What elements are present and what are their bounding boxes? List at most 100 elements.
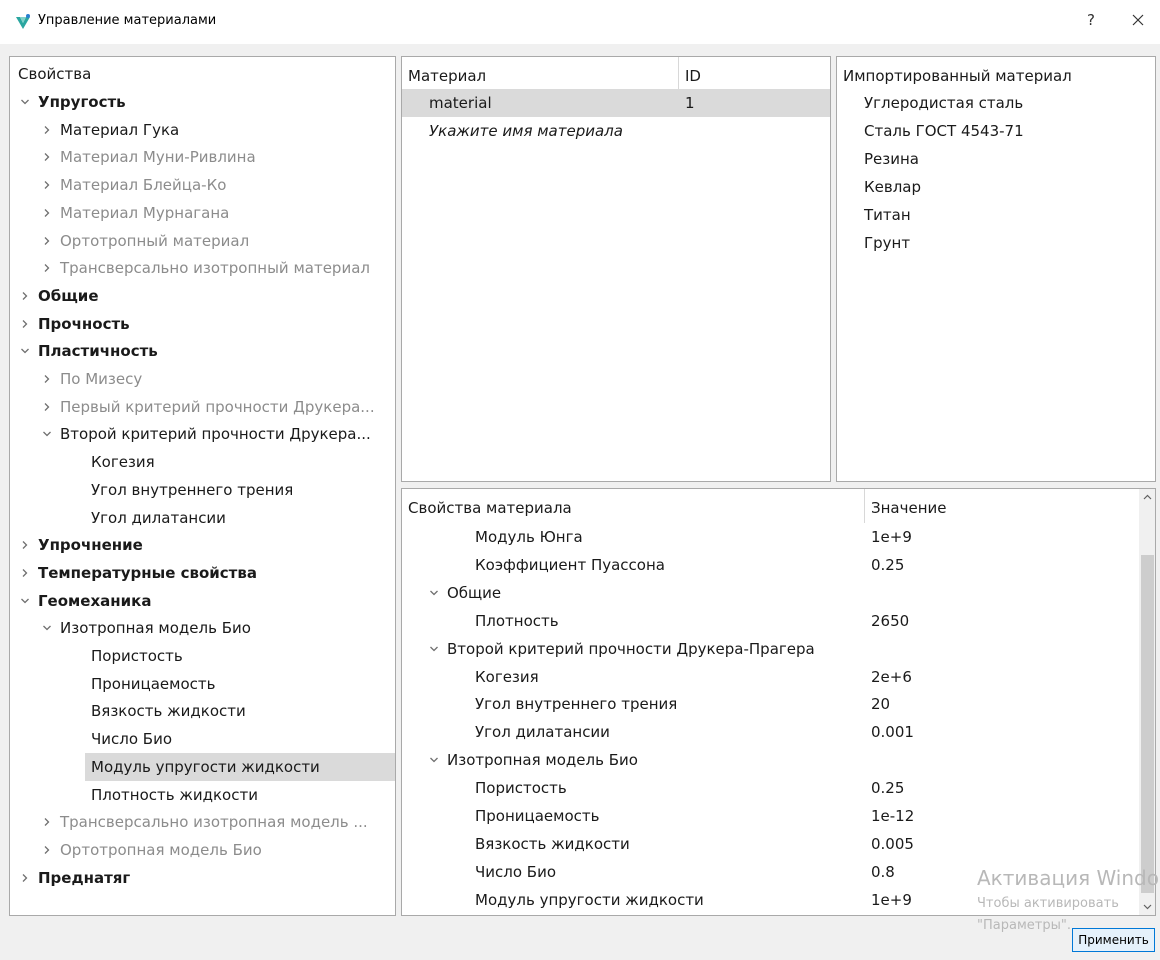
tree-item[interactable]: Материал Гука — [42, 116, 179, 144]
tree-item[interactable]: Угол дилатансии — [91, 504, 226, 532]
materials-table-panel: Материал ID material 1 Укажите имя матер… — [401, 56, 831, 482]
imported-material-item[interactable]: Кевлар — [864, 173, 921, 201]
value-column-header[interactable]: Значение — [871, 495, 947, 521]
chevron-right-icon[interactable] — [42, 402, 52, 412]
chevron-right-icon[interactable] — [20, 291, 30, 301]
property-value[interactable]: 1e+9 — [871, 523, 912, 551]
chevron-right-icon[interactable] — [42, 152, 52, 162]
chevron-down-icon[interactable] — [429, 755, 439, 765]
imported-material-item[interactable]: Титан — [864, 201, 911, 229]
tree-item[interactable]: Число Био — [91, 725, 172, 753]
property-column-header[interactable]: Свойства материала — [408, 495, 572, 521]
tree-item-label: Изотропная модель Био — [60, 619, 251, 638]
chevron-down-icon[interactable] — [20, 346, 30, 356]
chevron-right-icon[interactable] — [42, 263, 52, 273]
help-button[interactable]: ? — [1087, 11, 1095, 29]
tree-item[interactable]: Пластичность — [20, 337, 158, 365]
chevron-right-icon[interactable] — [20, 319, 30, 329]
property-row[interactable]: Второй критерий прочности Друкера-Прагер… — [402, 635, 1138, 663]
tree-item[interactable]: Общие — [20, 282, 99, 310]
imported-material-item[interactable]: Грунт — [864, 229, 910, 257]
imported-material-item[interactable]: Резина — [864, 145, 919, 173]
chevron-down-icon[interactable] — [429, 644, 439, 654]
property-value[interactable]: 1e-12 — [871, 802, 914, 830]
property-row[interactable]: Угол дилатансии 0.001 — [402, 718, 1138, 746]
chevron-down-icon[interactable] — [42, 429, 52, 439]
tree-item[interactable]: Первый критерий прочности Друкера... — [42, 393, 375, 421]
property-row[interactable]: Плотность 2650 — [402, 607, 1138, 635]
tree-item[interactable]: Пористость — [91, 642, 183, 670]
close-icon[interactable] — [1126, 8, 1150, 32]
property-row[interactable]: Угол внутреннего трения 20 — [402, 690, 1138, 718]
property-row[interactable]: Вязкость жидкости 0.005 — [402, 830, 1138, 858]
property-row[interactable]: Модуль Юнга 1e+9 — [402, 523, 1138, 551]
chevron-right-icon[interactable] — [42, 236, 52, 246]
tree-item[interactable]: Трансверсально изотропная модель ... — [42, 808, 368, 836]
material-id-cell[interactable]: 1 — [685, 89, 695, 117]
tree-item[interactable]: Упрочнение — [20, 531, 143, 559]
tree-item[interactable]: Вязкость жидкости — [91, 697, 246, 725]
imported-material-item[interactable]: Сталь ГОСТ 4543-71 — [864, 117, 1024, 145]
apply-button[interactable]: Применить — [1072, 928, 1155, 952]
chevron-right-icon[interactable] — [42, 125, 52, 135]
chevron-down-icon[interactable] — [20, 97, 30, 107]
chevron-right-icon[interactable] — [42, 374, 52, 384]
property-value[interactable]: 0.25 — [871, 551, 904, 579]
scroll-down-icon[interactable] — [1139, 898, 1156, 915]
scrollbar-thumb[interactable] — [1141, 555, 1154, 893]
property-value[interactable]: 0.001 — [871, 718, 914, 746]
chevron-right-icon[interactable] — [20, 540, 30, 550]
material-name-cell[interactable]: material — [429, 89, 492, 117]
chevron-right-icon[interactable] — [20, 568, 30, 578]
tree-item[interactable]: Модуль упругости жидкости — [85, 752, 395, 781]
tree-item[interactable]: Геомеханика — [20, 587, 151, 615]
property-value[interactable]: 2650 — [871, 607, 909, 635]
tree-item[interactable]: Материал Муни-Ривлина — [42, 143, 256, 171]
chevron-right-icon[interactable] — [42, 845, 52, 855]
chevron-right-icon[interactable] — [20, 873, 30, 883]
tree-item-label: Первый критерий прочности Друкера... — [60, 397, 375, 416]
property-value[interactable]: 1e+9 — [871, 886, 912, 914]
tree-item[interactable]: Когезия — [91, 448, 155, 476]
chevron-down-icon[interactable] — [42, 623, 52, 633]
tree-item[interactable]: Угол внутреннего трения — [91, 476, 293, 504]
property-row[interactable]: Изотропная модель Био — [402, 746, 1138, 774]
chevron-right-icon[interactable] — [42, 208, 52, 218]
tree-item[interactable]: Трансверсально изотропный материал — [42, 254, 370, 282]
tree-item[interactable]: Ортотропный материал — [42, 227, 249, 255]
tree-item[interactable]: Преднатяг — [20, 864, 130, 892]
scroll-up-icon[interactable] — [1139, 489, 1156, 506]
tree-item[interactable]: Прочность — [20, 310, 130, 338]
property-value[interactable]: 0.8 — [871, 858, 895, 886]
tree-item[interactable]: Ортотропная модель Био — [42, 836, 262, 864]
tree-item[interactable]: Проницаемость — [91, 670, 215, 698]
property-row[interactable]: Пористость 0.25 — [402, 774, 1138, 802]
tree-item[interactable]: По Мизесу — [42, 365, 142, 393]
tree-item[interactable]: Плотность жидкости — [91, 781, 258, 809]
vertical-scrollbar[interactable] — [1139, 489, 1156, 915]
property-value[interactable]: 2e+6 — [871, 663, 912, 691]
chevron-right-icon[interactable] — [42, 180, 52, 190]
material-row[interactable]: material 1 — [402, 89, 830, 117]
property-value[interactable]: 0.005 — [871, 830, 914, 858]
chevron-down-icon[interactable] — [429, 588, 439, 598]
property-row[interactable]: Когезия 2e+6 — [402, 663, 1138, 691]
tree-item[interactable]: Материал Мурнагана — [42, 199, 229, 227]
tree-item[interactable]: Материал Блейца-Ко — [42, 171, 226, 199]
new-material-placeholder[interactable]: Укажите имя материала — [429, 117, 623, 145]
property-name: Проницаемость — [475, 807, 600, 825]
material-column-header[interactable]: Материал — [408, 63, 486, 89]
property-value[interactable]: 20 — [871, 690, 890, 718]
tree-item[interactable]: Второй критерий прочности Друкера... — [42, 420, 371, 448]
tree-item[interactable]: Упругость — [20, 88, 126, 116]
imported-material-item[interactable]: Углеродистая сталь — [864, 89, 1023, 117]
property-row[interactable]: Общие — [402, 579, 1138, 607]
property-row[interactable]: Проницаемость 1e-12 — [402, 802, 1138, 830]
property-value[interactable]: 0.25 — [871, 774, 904, 802]
id-column-header[interactable]: ID — [685, 63, 701, 89]
tree-item[interactable]: Температурные свойства — [20, 559, 257, 587]
chevron-down-icon[interactable] — [20, 596, 30, 606]
chevron-right-icon[interactable] — [42, 817, 52, 827]
property-row[interactable]: Коэффициент Пуассона 0.25 — [402, 551, 1138, 579]
tree-item[interactable]: Изотропная модель Био — [42, 614, 251, 642]
